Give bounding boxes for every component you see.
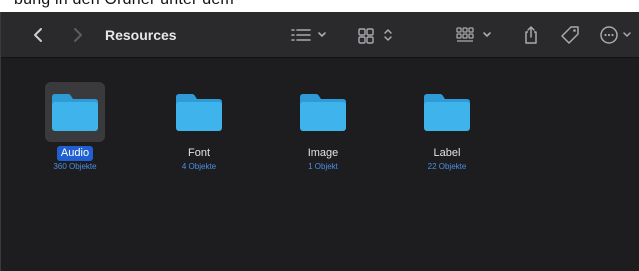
back-button[interactable] bbox=[25, 12, 53, 58]
folder-icon-wrap bbox=[169, 82, 229, 142]
group-button[interactable] bbox=[453, 12, 499, 58]
forward-button[interactable] bbox=[63, 12, 91, 58]
folder-icon bbox=[52, 94, 98, 131]
folder-item-count: 360 Objekte bbox=[53, 162, 97, 171]
chevron-right-icon bbox=[74, 28, 82, 42]
folder-name: Label bbox=[433, 147, 461, 159]
share-button[interactable] bbox=[517, 12, 545, 58]
folder-icon bbox=[424, 94, 470, 131]
folder-item-count: 1 Objekt bbox=[308, 162, 338, 171]
grid-view-icon bbox=[358, 28, 392, 44]
folder-item-audio[interactable]: Audio 360 Objekte bbox=[25, 82, 125, 172]
folder-name: Audio bbox=[56, 146, 94, 161]
folder-item-count: 4 Objekte bbox=[181, 162, 217, 171]
group-icon bbox=[456, 27, 491, 42]
page-caption: bung in den Ordner unter dem bbox=[14, 0, 234, 9]
folder-item-image[interactable]: Image 1 Objekt bbox=[273, 82, 373, 172]
more-button[interactable] bbox=[599, 12, 639, 58]
folder-item-count: 22 Objekte bbox=[427, 162, 467, 171]
chevron-left-icon bbox=[34, 28, 42, 42]
icon-view-button[interactable] bbox=[355, 12, 399, 58]
folder-icon-wrap bbox=[417, 82, 477, 142]
more-icon bbox=[600, 26, 631, 44]
window-title: Resources bbox=[105, 27, 177, 43]
tag-icon bbox=[561, 26, 579, 44]
list-view-icon bbox=[291, 29, 326, 41]
folder-item-font[interactable]: Font 4 Objekte bbox=[149, 82, 249, 172]
folder-name: Image bbox=[307, 147, 339, 159]
folder-item-label[interactable]: Label 22 Objekte bbox=[397, 82, 497, 172]
folder-icon-wrap bbox=[293, 82, 353, 142]
folder-icon bbox=[176, 94, 222, 131]
folder-name: Font bbox=[187, 147, 210, 159]
tag-button[interactable] bbox=[555, 12, 585, 58]
toolbar: Resources bbox=[1, 12, 639, 58]
folder-icon bbox=[300, 94, 346, 131]
page-caption-strip: bung in den Ordner unter dem bbox=[0, 0, 639, 12]
list-view-button[interactable] bbox=[289, 12, 333, 58]
folder-grid: Audio 360 Objekte Font 4 Objekte Image 1 bbox=[1, 58, 639, 271]
finder-window: Resources Audio 360 Objekte Font 4 Objek… bbox=[0, 12, 639, 271]
folder-icon-wrap bbox=[45, 82, 105, 142]
share-icon bbox=[525, 26, 537, 44]
